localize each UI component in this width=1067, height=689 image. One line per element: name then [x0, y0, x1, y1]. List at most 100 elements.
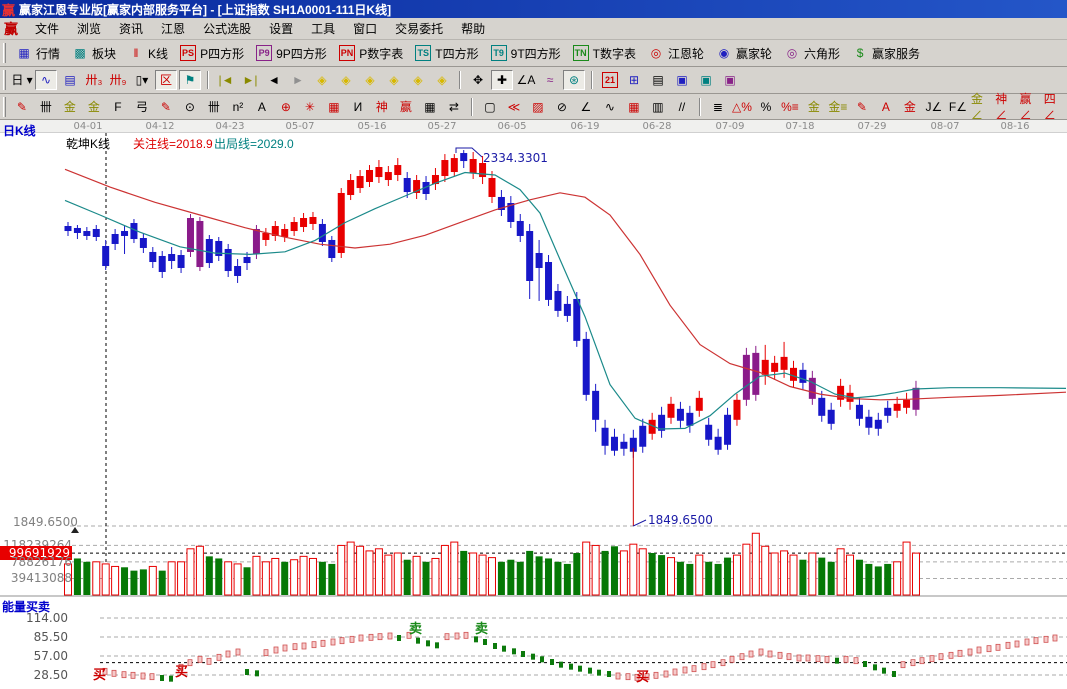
signal-flag-icon[interactable]: ⚑	[179, 70, 201, 90]
zigzag-icon[interactable]: ∿	[599, 97, 621, 117]
menu-item-交易委托[interactable]: 交易委托	[386, 20, 452, 38]
percent-lines-icon[interactable]: %≡	[779, 97, 801, 117]
9t-square-icon-button[interactable]: T99T四方形	[485, 42, 567, 64]
t-number-icon-button[interactable]: TNT数字表	[567, 42, 642, 64]
k-mark-icon[interactable]: И	[347, 97, 369, 117]
gold-circle-icon[interactable]: 金	[803, 97, 825, 117]
f-angle-icon[interactable]: F∠	[947, 97, 969, 117]
gold-grid-icon[interactable]: 金	[59, 97, 81, 117]
time-circle-icon[interactable]: ⊙	[179, 97, 201, 117]
candle-type-dropdown[interactable]: ▯▾	[131, 70, 153, 90]
calculator-icon[interactable]: ⊞	[623, 70, 645, 90]
percent-triangle-icon[interactable]: △%	[731, 97, 753, 117]
diamond-left-icon[interactable]: ◈	[311, 70, 333, 90]
menu-item-浏览[interactable]: 浏览	[68, 20, 110, 38]
diamond-expand-icon[interactable]: ◈	[383, 70, 405, 90]
next-bar-icon[interactable]: ►	[287, 70, 309, 90]
period-day-dropdown[interactable]: 日 ▾	[11, 70, 33, 90]
save-net-icon[interactable]: ▣	[695, 70, 717, 90]
square-star-icon[interactable]: ▦	[323, 97, 345, 117]
hatch-circle-icon[interactable]: ⊘	[551, 97, 573, 117]
kline-icon-button[interactable]: ‖K线	[122, 42, 174, 64]
prev-bar-icon[interactable]: ◄	[263, 70, 285, 90]
diamond-right-icon[interactable]: ◈	[335, 70, 357, 90]
span-arrow-icon[interactable]: ⇄	[443, 97, 465, 117]
menu-item-江恩[interactable]: 江恩	[152, 20, 194, 38]
ladder-chart-icon[interactable]: ≣	[707, 97, 729, 117]
gold-grid2-icon[interactable]: 金	[83, 97, 105, 117]
menu-item-设置[interactable]: 设置	[260, 20, 302, 38]
qiankun-k-icon[interactable]: 区	[155, 70, 177, 90]
winner-wheel-icon-button[interactable]: ◉赢家轮	[710, 42, 778, 64]
menu-item-工具[interactable]: 工具	[302, 20, 344, 38]
hexagon-icon-button[interactable]: ◎六角形	[778, 42, 846, 64]
brush-icon[interactable]: ✎	[11, 97, 33, 117]
gold-lines-icon[interactable]: 金≡	[827, 97, 849, 117]
bars3-icon[interactable]: 卅₃	[83, 70, 105, 90]
trend-angle-icon[interactable]: ∠A	[515, 70, 537, 90]
menu-item-公式选股[interactable]: 公式选股	[194, 20, 260, 38]
sector-blocks-icon-button[interactable]: ▩板块	[66, 42, 122, 64]
slash-lines-icon[interactable]: //	[671, 97, 693, 117]
grid-icon[interactable]: 卌	[203, 97, 225, 117]
last-bar-icon[interactable]: ►|	[239, 70, 261, 90]
fib-grid-icon[interactable]: F	[107, 97, 129, 117]
gold-angle-icon[interactable]: 金∠	[971, 97, 993, 117]
brush2-icon[interactable]: ✎	[155, 97, 177, 117]
chart-area[interactable]	[0, 133, 1067, 689]
crosshair-icon[interactable]: ✚	[491, 70, 513, 90]
wave-tool-icon[interactable]: ≈	[539, 70, 561, 90]
j-angle-icon[interactable]: J∠	[923, 97, 945, 117]
crosshair-icon: ✚	[494, 72, 510, 88]
chan-wave-icon[interactable]: ∿	[35, 70, 57, 90]
dense-grid-icon[interactable]: ▦	[419, 97, 441, 117]
p-number-icon-button[interactable]: PNP数字表	[333, 42, 410, 64]
a-hatch-icon[interactable]: A	[875, 97, 897, 117]
info-list-icon[interactable]: ▤	[59, 70, 81, 90]
gann-wheel-icon-button[interactable]: ◎江恩轮	[642, 42, 710, 64]
calendar-icon[interactable]: 21	[599, 70, 621, 90]
win-grid-icon[interactable]: 赢	[395, 97, 417, 117]
save-pc-icon[interactable]: ▣	[719, 70, 741, 90]
star-grid-icon[interactable]: ✳	[299, 97, 321, 117]
menu-item-帮助[interactable]: 帮助	[452, 20, 494, 38]
menu-item-资讯[interactable]: 资讯	[110, 20, 152, 38]
diamond-cross-icon[interactable]: ◈	[431, 70, 453, 90]
candle-brush-icon[interactable]: ✎	[851, 97, 873, 117]
menu-item-窗口[interactable]: 窗口	[344, 20, 386, 38]
9p-square-icon-button[interactable]: P99P四方形	[250, 42, 333, 64]
hand-tool-icon[interactable]: ✥	[467, 70, 489, 90]
diamond-compress-icon[interactable]: ◈	[407, 70, 429, 90]
gold-underline-icon[interactable]: 金	[899, 97, 921, 117]
notepad-icon[interactable]: ▤	[647, 70, 669, 90]
percent-icon[interactable]: %	[755, 97, 777, 117]
chan-analysis-icon[interactable]: ⊛	[563, 70, 585, 90]
t-square-icon-button[interactable]: TST四方形	[409, 42, 484, 64]
grid-dark-icon[interactable]: ▥	[647, 97, 669, 117]
qiankun-k-icon: 区	[158, 72, 174, 88]
quote-table-icon-button[interactable]: ▦行情	[10, 42, 66, 64]
date-axis[interactable]: 04-0104-1204-2305-0705-1605-2706-0506-19…	[0, 120, 1067, 133]
diamond-hscroll-icon[interactable]: ◈	[359, 70, 381, 90]
hatch-box-icon[interactable]: ▨	[527, 97, 549, 117]
grid-red-icon[interactable]: ▦	[623, 97, 645, 117]
p-square-icon-button[interactable]: PSP四方形	[174, 42, 250, 64]
arc-grid-icon[interactable]: 弓	[131, 97, 153, 117]
menu-item-文件[interactable]: 文件	[26, 20, 68, 38]
angle-a-icon[interactable]: A	[251, 97, 273, 117]
shen-angle-icon[interactable]: 神∠	[995, 97, 1017, 117]
angle-lines-icon[interactable]: ∠	[575, 97, 597, 117]
fan-lines-icon[interactable]: ≪	[503, 97, 525, 117]
four-angle-icon[interactable]: 四∠	[1044, 97, 1066, 117]
win-angle-icon[interactable]: 赢∠	[1019, 97, 1041, 117]
circle-cross-icon[interactable]: ⊕	[275, 97, 297, 117]
n2-grid-icon[interactable]: n²	[227, 97, 249, 117]
bars9-icon[interactable]: 卅₉	[107, 70, 129, 90]
rect-tool-icon[interactable]: ▢	[479, 97, 501, 117]
kline-label: K线	[148, 45, 168, 62]
first-bar-icon[interactable]: |◄	[215, 70, 237, 90]
gann-grid-icon[interactable]: 卌	[35, 97, 57, 117]
shen-grid-icon[interactable]: 神	[371, 97, 393, 117]
winner-service-icon-button[interactable]: $赢家服务	[846, 42, 926, 64]
save-icon[interactable]: ▣	[671, 70, 693, 90]
